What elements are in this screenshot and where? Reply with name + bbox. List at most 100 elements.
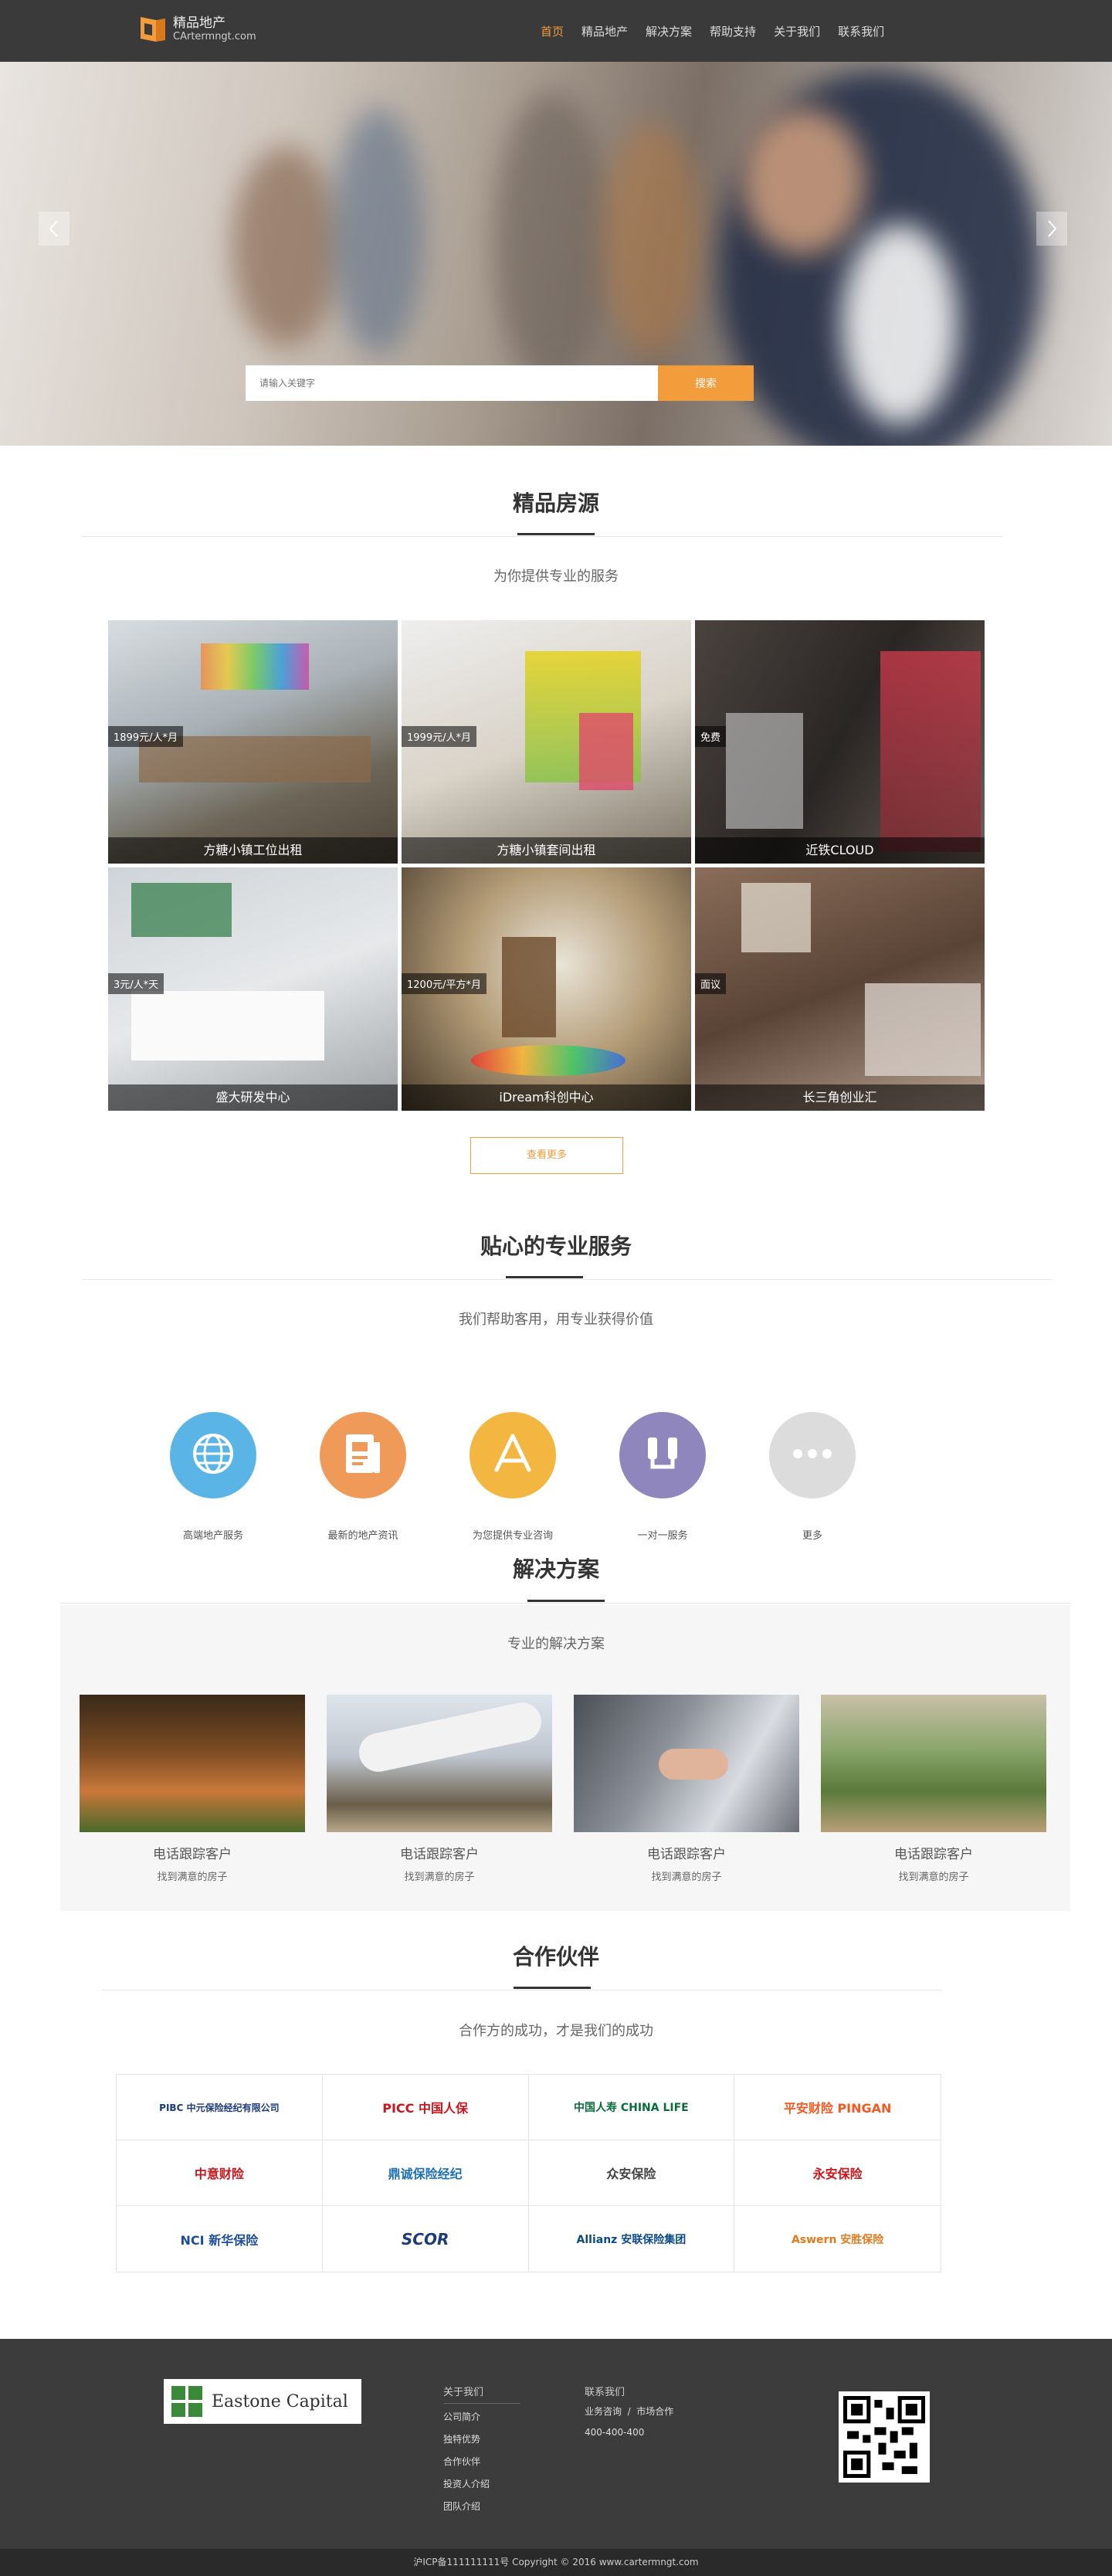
property-name: iDream科创中心 bbox=[402, 1084, 691, 1111]
property-name: 盛大研发中心 bbox=[108, 1084, 398, 1111]
property-card[interactable]: 面议 长三角创业汇 bbox=[695, 867, 985, 1111]
more-icon bbox=[790, 1446, 835, 1464]
solution-title: 电话跟踪客户 bbox=[153, 1847, 232, 1862]
partners-subtitle: 合作方的成功，才是我们的成功 bbox=[459, 2023, 653, 2039]
partners-title: 合作伙伴 bbox=[512, 1944, 599, 1970]
footer-link[interactable]: 公司简介 bbox=[443, 2410, 520, 2423]
footer-contact-heading: 联系我们 bbox=[585, 2387, 626, 2398]
brand-mark-icon bbox=[171, 2386, 202, 2417]
featured-title: 精品房源 bbox=[512, 490, 599, 516]
property-name: 方糖小镇套间出租 bbox=[402, 837, 691, 864]
hero-next-arrow[interactable] bbox=[1036, 212, 1067, 246]
service-news[interactable] bbox=[320, 1412, 406, 1498]
view-more-button[interactable]: 查看更多 bbox=[470, 1137, 623, 1174]
featured-divider bbox=[82, 536, 1002, 537]
property-card[interactable]: 3元/人*天 盛大研发中心 bbox=[108, 867, 398, 1111]
partner-logo[interactable]: Allianz 安联保险集团 bbox=[529, 2206, 735, 2272]
services-subtitle: 我们帮助客用，用专业获得价值 bbox=[459, 1312, 653, 1328]
search-input[interactable] bbox=[246, 365, 658, 401]
property-name: 近铁CLOUD bbox=[695, 837, 985, 864]
partner-logo[interactable]: 众安保险 bbox=[528, 2140, 735, 2206]
partners-title-underline bbox=[514, 1987, 591, 1989]
logo-subtitle: CArtermngt.com bbox=[173, 31, 256, 42]
logo-icon bbox=[137, 14, 168, 45]
property-price: 面议 bbox=[695, 973, 727, 994]
app-store-icon bbox=[490, 1431, 535, 1479]
service-label: 一对一服务 bbox=[637, 1530, 688, 1542]
featured-subtitle: 为你提供专业的服务 bbox=[493, 568, 619, 585]
solution-image[interactable] bbox=[574, 1695, 799, 1832]
property-name: 长三角创业汇 bbox=[695, 1084, 985, 1111]
services-title-underline bbox=[506, 1276, 583, 1278]
solution-title: 电话跟踪客户 bbox=[400, 1847, 479, 1862]
partner-logo[interactable]: 中意财险 bbox=[117, 2140, 323, 2206]
nav-contact[interactable]: 联系我们 bbox=[838, 23, 884, 39]
people-icon bbox=[640, 1431, 685, 1479]
solution-image[interactable] bbox=[327, 1695, 552, 1832]
main-nav: 首页 精品地产 解决方案 帮助支持 关于我们 联系我们 bbox=[541, 0, 902, 62]
partner-logo[interactable]: NCI 新华保险 bbox=[117, 2206, 323, 2272]
partner-logo-grid: PIBC 中元保险经纪有限公司 PICC 中国人保 中国人寿 CHINA LIF… bbox=[116, 2074, 941, 2272]
property-price: 1999元/人*月 bbox=[402, 726, 476, 747]
property-price: 3元/人*天 bbox=[108, 973, 164, 994]
partner-logo[interactable]: PIBC 中元保险经纪有限公司 bbox=[117, 2075, 323, 2140]
search-button[interactable]: 搜索 bbox=[658, 365, 754, 401]
footer-brand-name: Eastone Capital bbox=[212, 2391, 348, 2411]
nav-home[interactable]: 首页 bbox=[541, 23, 564, 39]
footer-link[interactable]: 投资人介绍 bbox=[443, 2477, 520, 2490]
service-globe[interactable] bbox=[170, 1412, 256, 1498]
partner-logo[interactable]: 平安财险 PINGAN bbox=[734, 2075, 941, 2140]
service-one-on-one[interactable] bbox=[619, 1412, 706, 1498]
solution-image[interactable] bbox=[80, 1695, 305, 1832]
footer-about-heading: 关于我们 bbox=[443, 2384, 520, 2404]
footer-link[interactable]: 团队介绍 bbox=[443, 2500, 520, 2513]
globe-icon bbox=[191, 1431, 236, 1479]
partner-logo[interactable]: Aswern 安胜保险 bbox=[734, 2206, 941, 2272]
partner-logo[interactable]: 中国人寿 CHINA LIFE bbox=[528, 2075, 735, 2140]
footer-phone: 400-400-400 bbox=[585, 2427, 645, 2438]
nav-about[interactable]: 关于我们 bbox=[774, 23, 820, 39]
document-icon bbox=[343, 1431, 383, 1479]
solution-subtitle: 找到满意的房子 bbox=[404, 1872, 475, 1883]
partner-logo[interactable]: 鼎诚保险经纪 bbox=[322, 2140, 529, 2206]
footer-copyright: 沪ICP备111111111号 Copyright © 2016 www.car… bbox=[0, 2549, 1112, 2576]
property-card[interactable]: 1200元/平方*月 iDream科创中心 bbox=[402, 867, 691, 1111]
service-label: 高端地产服务 bbox=[182, 1530, 243, 1542]
property-card[interactable]: 免费 近铁CLOUD bbox=[695, 620, 985, 864]
property-grid: 1899元/人*月 方糖小镇工位出租 1999元/人*月 方糖小镇套间出租 免费… bbox=[108, 620, 985, 1111]
solutions-title: 解决方案 bbox=[512, 1556, 599, 1582]
service-label: 最新的地产资讯 bbox=[327, 1530, 398, 1542]
footer-link[interactable]: 独特优势 bbox=[443, 2432, 520, 2445]
partner-logo[interactable]: PICC 中国人保 bbox=[322, 2075, 529, 2140]
partner-logo[interactable]: SCOR bbox=[323, 2206, 529, 2272]
footer-brand-logo[interactable]: Eastone Capital bbox=[164, 2379, 361, 2424]
partners-divider bbox=[102, 1990, 942, 1991]
logo-title: 精品地产 bbox=[173, 15, 225, 31]
service-more[interactable] bbox=[769, 1412, 856, 1498]
solution-subtitle: 找到满意的房子 bbox=[157, 1872, 228, 1883]
solutions-divider bbox=[60, 1603, 1070, 1604]
services-divider bbox=[82, 1279, 1052, 1280]
featured-title-underline bbox=[517, 533, 595, 535]
partner-logo[interactable]: 永安保险 bbox=[734, 2140, 941, 2206]
solution-image[interactable] bbox=[821, 1695, 1046, 1832]
property-price: 1899元/人*月 bbox=[108, 726, 183, 747]
solution-title: 电话跟踪客户 bbox=[894, 1847, 973, 1862]
solution-subtitle: 找到满意的房子 bbox=[898, 1872, 969, 1883]
services-title: 贴心的专业服务 bbox=[480, 1234, 632, 1259]
footer-link[interactable]: 合作伙伴 bbox=[443, 2455, 520, 2468]
property-price: 免费 bbox=[695, 726, 727, 747]
footer-contact-links[interactable]: 业务咨询 / 市场合作 bbox=[585, 2405, 724, 2418]
property-price: 1200元/平方*月 bbox=[402, 973, 486, 994]
service-consult[interactable] bbox=[470, 1412, 556, 1498]
hero-search: 搜索 bbox=[246, 365, 754, 401]
hero-prev-arrow[interactable] bbox=[39, 212, 70, 246]
property-card[interactable]: 1899元/人*月 方糖小镇工位出租 bbox=[108, 620, 398, 864]
service-label: 更多 bbox=[802, 1530, 822, 1542]
nav-solutions[interactable]: 解决方案 bbox=[646, 23, 692, 39]
property-card[interactable]: 1999元/人*月 方糖小镇套间出租 bbox=[402, 620, 691, 864]
nav-featured-estate[interactable]: 精品地产 bbox=[581, 23, 628, 39]
site-logo[interactable]: 精品地产 CArtermngt.com bbox=[137, 14, 256, 45]
property-name: 方糖小镇工位出租 bbox=[108, 837, 398, 864]
nav-help[interactable]: 帮助支持 bbox=[710, 23, 756, 39]
